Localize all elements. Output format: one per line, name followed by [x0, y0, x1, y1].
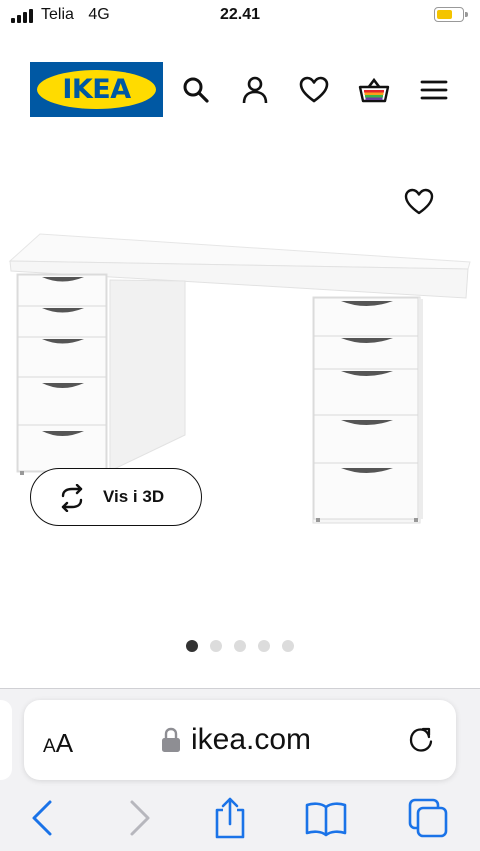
carousel-dot[interactable]	[234, 640, 246, 652]
status-bar: Telia 4G 22.41	[0, 0, 480, 32]
carousel-dot[interactable]	[186, 640, 198, 652]
tabs-icon[interactable]	[406, 796, 450, 840]
menu-icon[interactable]	[418, 74, 450, 106]
lock-icon	[162, 727, 180, 752]
url-text[interactable]: ikea.com	[191, 723, 311, 757]
shopping-bag-icon[interactable]	[358, 74, 390, 106]
status-time: 22.41	[219, 6, 261, 23]
browser-bottom-bar: AA ikea.com	[0, 688, 480, 851]
bookmarks-icon[interactable]	[304, 796, 348, 840]
carousel-dot[interactable]	[210, 640, 222, 652]
previous-tab-preview[interactable]	[0, 700, 12, 780]
battery-icon	[434, 7, 468, 22]
user-icon[interactable]	[239, 74, 271, 106]
forward-icon[interactable]	[118, 796, 162, 840]
carousel-dot[interactable]	[282, 640, 294, 652]
search-icon[interactable]	[180, 74, 212, 106]
share-icon[interactable]	[208, 796, 252, 840]
product-favorite-icon[interactable]	[403, 186, 435, 218]
logo-text: IKEA	[62, 74, 131, 105]
image-carousel-dots	[0, 640, 480, 652]
view-in-3d-label: Vis i 3D	[103, 487, 165, 506]
rotate-3d-icon	[61, 484, 83, 512]
page: Telia 4G 22.41 IKEA Vis i 3D AA ikea.com	[0, 0, 480, 851]
heart-icon[interactable]	[298, 74, 330, 106]
carousel-dot[interactable]	[258, 640, 270, 652]
reload-icon[interactable]	[406, 725, 436, 755]
site-header: IKEA	[0, 62, 480, 118]
back-icon[interactable]	[20, 796, 64, 840]
address-bar[interactable]: AA ikea.com	[24, 700, 456, 780]
text-size-button[interactable]: AA	[43, 728, 73, 759]
view-in-3d-button[interactable]: Vis i 3D	[30, 468, 202, 526]
ikea-logo[interactable]: IKEA	[30, 62, 163, 117]
